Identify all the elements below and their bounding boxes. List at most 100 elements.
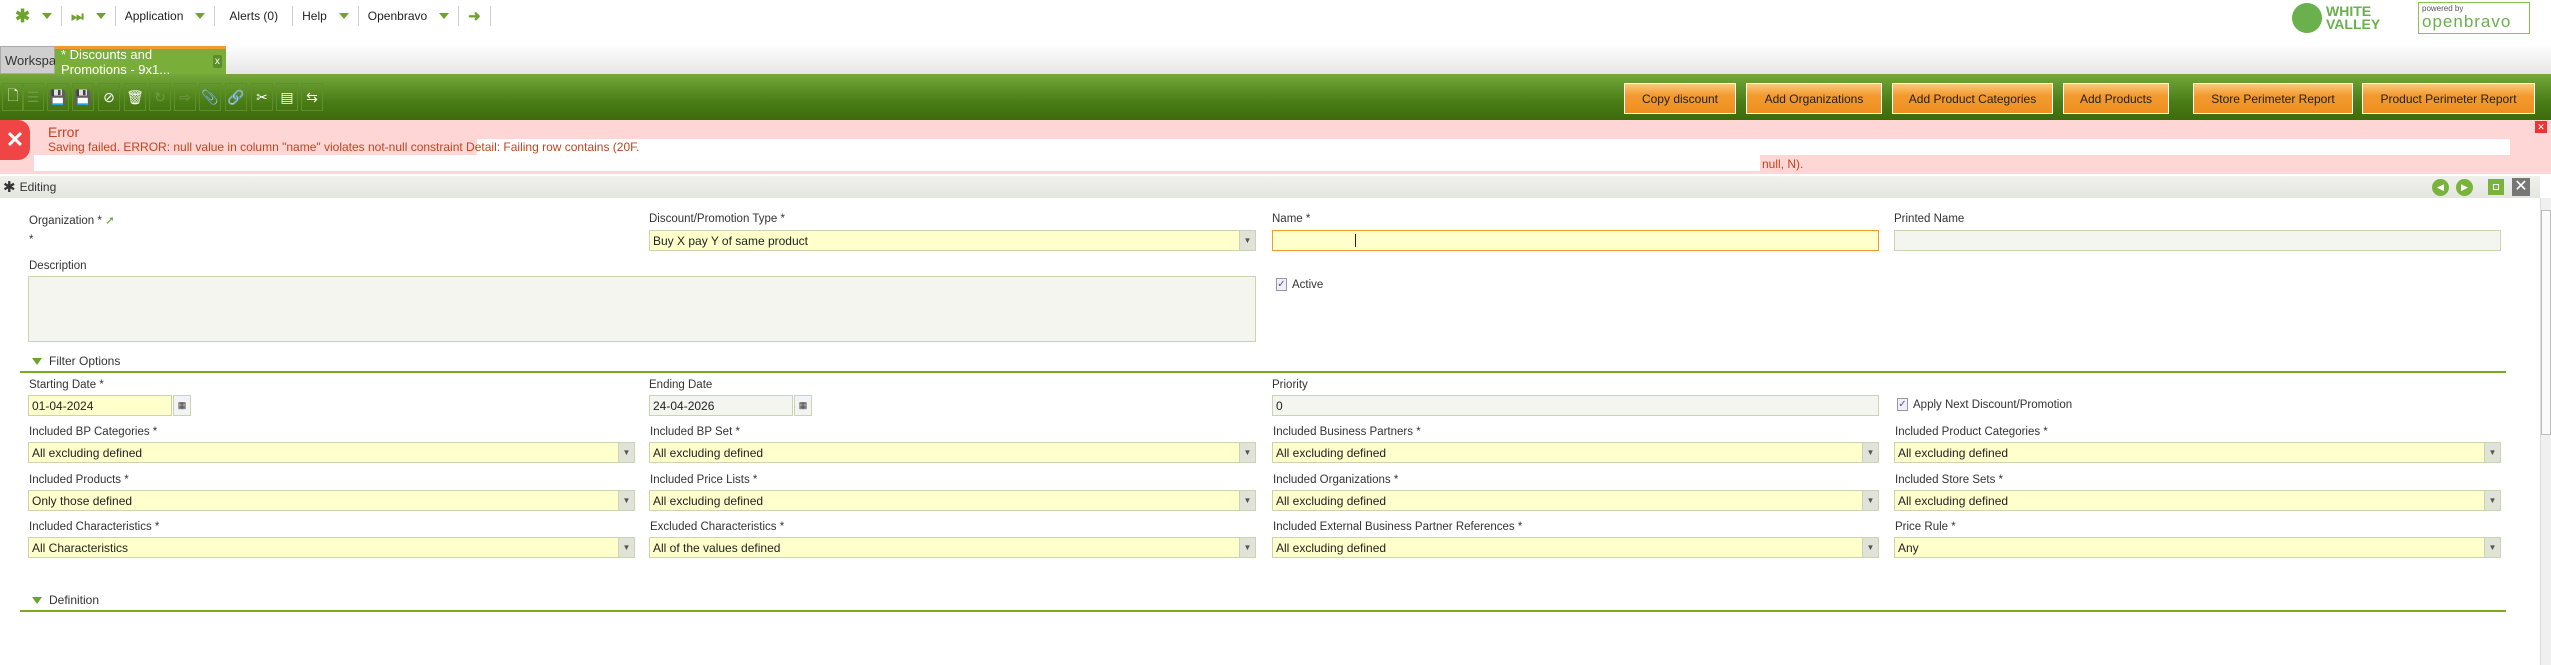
tab-discounts-promotions[interactable]: * Discounts and Promotions - 9x1... x <box>55 46 226 77</box>
next-record-button[interactable]: ▶ <box>2456 179 2473 196</box>
logout-icon: ➜ <box>468 8 481 25</box>
chevron-down-icon[interactable]: ▼ <box>1862 443 1878 462</box>
section-title: Definition <box>49 593 100 607</box>
tab-label: * Discounts and Promotions - 9x1... <box>61 46 171 77</box>
filter-select[interactable]: All excluding defined ▼ <box>649 490 1256 511</box>
filter-select[interactable]: All of the values defined ▼ <box>649 537 1256 558</box>
name-input[interactable] <box>1272 230 1879 251</box>
quick-create-menu[interactable]: ✱ <box>6 6 63 26</box>
filter-field-label: Included BP Categories * <box>29 426 158 438</box>
chevron-down-icon[interactable]: ▼ <box>1239 491 1255 510</box>
chevron-down-icon[interactable]: ▼ <box>2484 538 2500 557</box>
promo-type-select[interactable]: Buy X pay Y of same product ▼ <box>649 230 1256 251</box>
name-label: Name * <box>1272 213 1311 225</box>
chevron-down-icon[interactable]: ▼ <box>618 538 634 557</box>
top-navigation: ✱ ⏭ Application Alerts (0) Help Openbrav… <box>0 0 1400 32</box>
priority-input[interactable]: 0 <box>1272 395 1879 416</box>
chevron-down-icon[interactable]: ▼ <box>1239 538 1255 557</box>
quick-launch-menu[interactable]: ⏭ <box>62 6 116 26</box>
organization-label: Organization * ➚ <box>29 215 115 227</box>
chevron-down-icon[interactable]: ▼ <box>618 443 634 462</box>
undo-icon[interactable]: ⊘ <box>98 83 120 111</box>
chevron-down-icon[interactable]: ▼ <box>618 491 634 510</box>
calendar-icon[interactable]: ▦ <box>173 395 191 416</box>
close-error-icon[interactable]: ✕ <box>2535 121 2547 133</box>
filter-select[interactable]: Any ▼ <box>1894 537 2501 558</box>
tools-icon[interactable]: ✂ <box>251 83 273 111</box>
filter-field-label: Included Products * <box>29 474 129 486</box>
chevron-down-icon[interactable]: ▼ <box>1239 231 1255 250</box>
fast-forward-icon: ⏭ <box>71 7 84 24</box>
copy-discount-button[interactable]: Copy discount <box>1624 83 1736 114</box>
select-value: All of the values defined <box>653 541 781 555</box>
tab-workspace[interactable]: Workspace <box>0 46 70 74</box>
printed-name-label: Printed Name <box>1894 213 1965 225</box>
audit-icon[interactable]: ⇆ <box>301 83 323 111</box>
form-view-icon[interactable]: ▤ <box>276 83 298 111</box>
chevron-down-icon[interactable]: ▼ <box>1862 491 1878 510</box>
add-product-categories-button[interactable]: Add Product Categories <box>1892 83 2053 114</box>
tab-bar: Workspace * Discounts and Promotions - 9… <box>0 44 2551 77</box>
starting-date-input[interactable]: 01-04-2024 <box>28 395 172 416</box>
maximize-icon[interactable] <box>2488 179 2504 195</box>
filter-select[interactable]: All excluding defined ▼ <box>1272 442 1879 463</box>
user-menu[interactable]: Openbravo <box>359 6 460 26</box>
filter-select[interactable]: All excluding defined ▼ <box>1272 537 1879 558</box>
select-value: All excluding defined <box>1276 446 1387 460</box>
chevron-down-icon[interactable]: ▼ <box>2484 443 2500 462</box>
organization-value[interactable]: * <box>29 234 33 246</box>
refresh-icon[interactable]: ↻ <box>149 83 171 111</box>
delete-icon[interactable]: 🗑 <box>124 83 146 111</box>
application-menu[interactable]: Application <box>116 6 216 26</box>
export-icon[interactable]: ⇨ <box>174 83 196 111</box>
add-organizations-button[interactable]: Add Organizations <box>1746 83 1882 114</box>
active-checkbox[interactable]: ✓ <box>1276 278 1287 291</box>
filter-field-label: Included Product Categories * <box>1895 426 2048 438</box>
filter-select[interactable]: All excluding defined ▼ <box>28 442 635 463</box>
new-document-icon[interactable]: 🗋 <box>2 83 24 111</box>
link-icon[interactable]: 🔗 <box>225 83 247 111</box>
filter-select[interactable]: Only those defined ▼ <box>28 490 635 511</box>
definition-section-header[interactable]: Definition <box>32 593 99 607</box>
close-form-icon[interactable]: ✕ <box>2512 178 2530 196</box>
filter-select[interactable]: All excluding defined ▼ <box>1272 490 1879 511</box>
promo-type-value: Buy X pay Y of same product <box>653 234 808 248</box>
toolbar: 🗋 ☰ 💾 💾 ⊘ 🗑 ↻ ⇨ 📎 🔗 ✂ ▤ ⇆ Copy discount Add Organizati… <box>0 74 2551 120</box>
apply-next-checkbox[interactable]: ✓ <box>1897 398 1908 411</box>
ending-date-input[interactable]: 24-04-2026 <box>649 395 793 416</box>
select-value: All excluding defined <box>653 446 764 460</box>
logout-button[interactable]: ➜ <box>459 6 491 26</box>
filter-field-label: Included External Business Partner Refer… <box>1273 521 1523 533</box>
filter-field-label: Price Rule * <box>1895 521 1956 533</box>
help-menu[interactable]: Help <box>293 6 359 26</box>
filter-select[interactable]: All excluding defined ▼ <box>1894 490 2501 511</box>
printed-name-input[interactable] <box>1894 230 2501 251</box>
filter-field-label: Included Organizations * <box>1273 474 1399 486</box>
scrollbar-thumb[interactable] <box>2541 210 2551 435</box>
description-textarea[interactable] <box>28 276 1256 342</box>
save-icon[interactable]: 💾 <box>47 83 69 111</box>
link-arrow-icon[interactable]: ➚ <box>105 215 115 227</box>
editing-status-bar: ✱ Editing ◀ ▶ ✕ <box>0 176 2540 198</box>
store-perimeter-report-button[interactable]: Store Perimeter Report <box>2193 83 2353 114</box>
chevron-down-icon[interactable]: ▼ <box>2484 491 2500 510</box>
alerts-link[interactable]: Alerts (0) <box>215 6 294 26</box>
attachment-icon[interactable]: 📎 <box>199 83 221 111</box>
filter-field-label: Included Characteristics * <box>29 521 160 533</box>
filter-select[interactable]: All Characteristics ▼ <box>28 537 635 558</box>
select-value: All excluding defined <box>32 446 143 460</box>
save-close-icon[interactable]: 💾 <box>72 83 94 111</box>
add-products-button[interactable]: Add Products <box>2063 83 2169 114</box>
filter-select[interactable]: All excluding defined ▼ <box>1894 442 2501 463</box>
globe-icon <box>2292 3 2322 33</box>
close-tab-icon[interactable]: x <box>212 55 222 68</box>
filter-select[interactable]: All excluding defined ▼ <box>649 442 1256 463</box>
calendar-icon[interactable]: ▦ <box>794 395 812 416</box>
product-perimeter-report-button[interactable]: Product Perimeter Report <box>2362 83 2535 114</box>
chevron-down-icon[interactable]: ▼ <box>1862 538 1878 557</box>
chevron-down-icon[interactable]: ▼ <box>1239 443 1255 462</box>
section-divider <box>20 371 2506 373</box>
filter-options-section-header[interactable]: Filter Options <box>32 354 120 368</box>
previous-record-button[interactable]: ◀ <box>2432 179 2449 196</box>
new-row-icon[interactable]: ☰ <box>22 83 44 111</box>
